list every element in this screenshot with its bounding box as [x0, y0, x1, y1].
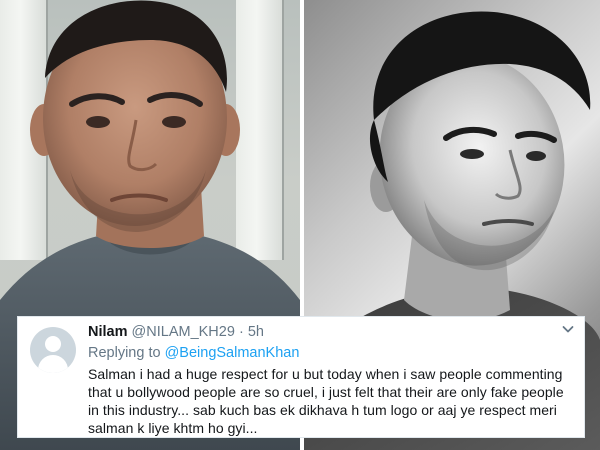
- display-name[interactable]: Nilam: [88, 324, 128, 340]
- collage: Nilam @NILAM_KH29 · 5h Replying to @Bein…: [0, 0, 600, 450]
- user-handle[interactable]: @NILAM_KH29: [132, 324, 235, 340]
- replying-to-line: Replying to @BeingSalmanKhan: [88, 344, 299, 362]
- avatar-body-shape: [38, 355, 68, 373]
- replying-to-label: Replying to: [88, 345, 161, 361]
- tweet-header: Nilam @NILAM_KH29 · 5h: [88, 323, 264, 341]
- tweet-body-text: Salman i had a huge respect for u but to…: [88, 366, 564, 436]
- avatar-head-shape: [45, 336, 61, 352]
- tweet-timestamp[interactable]: 5h: [248, 324, 264, 340]
- tweet-card[interactable]: Nilam @NILAM_KH29 · 5h Replying to @Bein…: [17, 316, 585, 438]
- default-avatar-icon[interactable]: [30, 327, 76, 373]
- chevron-down-icon[interactable]: [562, 323, 574, 335]
- separator-dot: ·: [238, 324, 244, 340]
- replying-to-handle-link[interactable]: @BeingSalmanKhan: [165, 345, 300, 361]
